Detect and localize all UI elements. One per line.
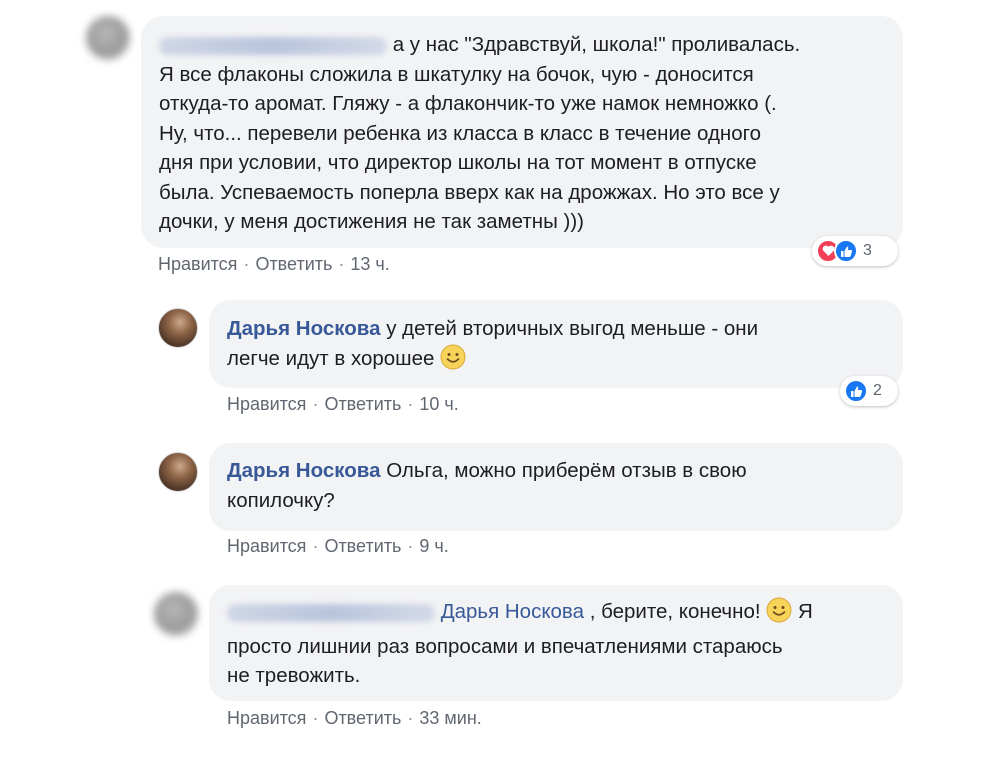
comment-author-blurred[interactable] <box>227 603 435 622</box>
comment-actions: Нравится · Ответить · 9 ч. <box>227 536 449 556</box>
reaction-count: 3 <box>863 242 872 259</box>
comment-timestamp[interactable]: 10 ч. <box>419 394 458 414</box>
reply-link[interactable]: Ответить <box>324 536 401 556</box>
comment-text-line-6: была. Успеваемость поперла вверх как на … <box>159 180 780 204</box>
comment-bubble: Дарья Носкова у детей вторичных выгод ме… <box>209 300 903 388</box>
comment-text-line-2: Я все флаконы сложила в шкатулку на бочо… <box>159 62 754 86</box>
commenter-avatar[interactable] <box>86 16 130 60</box>
like-icon <box>844 379 868 403</box>
reaction-summary[interactable]: 3 <box>812 236 898 266</box>
comment-timestamp[interactable]: 9 ч. <box>419 536 448 556</box>
comment-timestamp[interactable]: 13 ч. <box>350 254 389 274</box>
commenter-avatar[interactable] <box>154 592 198 636</box>
comment-text-line-2: легче идут в хорошее <box>227 346 435 370</box>
reaction-count: 2 <box>873 382 882 399</box>
comment-bubble: Дарья Носкова Ольга, можно приберём отзы… <box>209 443 903 531</box>
comment-line: а у нас "Здравствуй, школа!" проливалась… <box>159 30 883 60</box>
comment-text-line-2: копилочку? <box>227 488 335 512</box>
comment-text-line-3: не тревожить. <box>227 664 361 687</box>
comment-text-line-1: Ольга, можно приберём отзыв в свою <box>386 459 747 482</box>
comment-text-line-4: Ну, что... перевели ребенка из класса в … <box>159 121 762 145</box>
smiley-emoji-icon <box>440 344 466 379</box>
comment-actions: Нравится · Ответить · 33 мин. <box>227 708 482 728</box>
comment-text-line-1: , берите, конечно! <box>589 600 761 623</box>
comment-author-blurred[interactable] <box>159 36 387 55</box>
comment-actions: Нравится · Ответить · 13 ч. <box>158 254 390 274</box>
comment-text-line-1-end: Я <box>797 600 813 623</box>
like-link[interactable]: Нравится <box>227 536 306 556</box>
smiley-emoji-icon <box>766 597 792 632</box>
commenter-avatar[interactable] <box>158 308 198 348</box>
comment-bubble: Дарья Носкова , берите, конечно! Я прост… <box>209 585 903 701</box>
like-icon <box>834 239 858 263</box>
comment-text-line-7: дочки, у меня достижения не так заметны … <box>159 210 584 233</box>
mention-link[interactable]: Дарья Носкова <box>441 600 584 623</box>
reaction-summary[interactable]: 2 <box>840 376 898 406</box>
comment-timestamp[interactable]: 33 мин. <box>419 708 481 728</box>
reply-link[interactable]: Ответить <box>324 394 401 414</box>
comment-text-line-1: у детей вторичных выгод меньше - они <box>386 317 759 340</box>
comment-bubble: а у нас "Здравствуй, школа!" проливалась… <box>141 16 903 248</box>
reply-link[interactable]: Ответить <box>255 254 332 274</box>
reply-link[interactable]: Ответить <box>324 708 401 728</box>
comment-author[interactable]: Дарья Носкова <box>227 317 381 340</box>
comment-actions: Нравится · Ответить · 10 ч. <box>227 394 459 414</box>
comment-text-line-3: откуда-то аромат. Гляжу - а флакончик-то… <box>159 92 777 115</box>
like-link[interactable]: Нравится <box>227 394 306 414</box>
like-link[interactable]: Нравится <box>158 254 237 274</box>
comment-text-line-5: дня при условии, что директор школы на т… <box>159 151 757 174</box>
commenter-avatar[interactable] <box>158 452 198 492</box>
comment-text-line-1: а у нас "Здравствуй, школа!" проливалась… <box>392 33 801 56</box>
comment-author[interactable]: Дарья Носкова <box>227 459 381 482</box>
like-link[interactable]: Нравится <box>227 708 306 728</box>
comment-text-line-2: просто лишнии раз вопросами и впечатлени… <box>227 634 783 658</box>
